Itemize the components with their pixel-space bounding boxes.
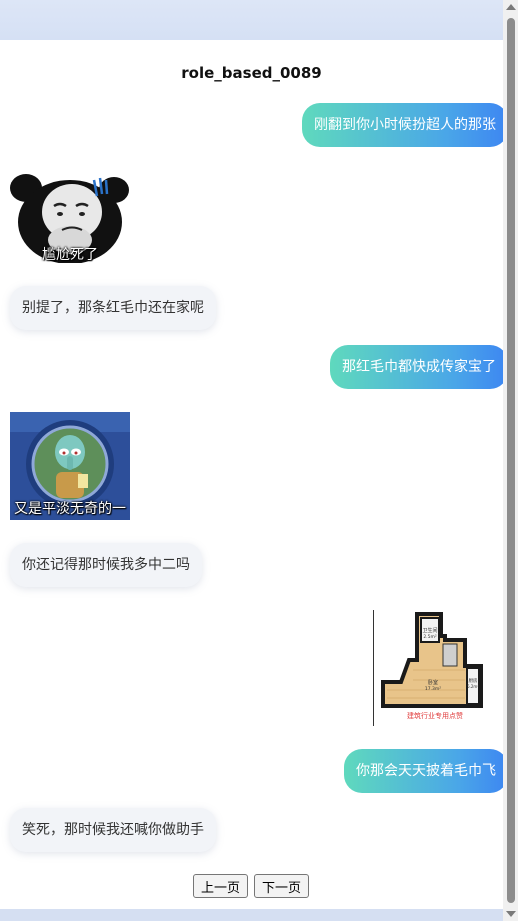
floor-plan-icon: 卫生间 2.5m² 卧室 17.3m² 厨房 5.2m² 建筑行业专用点赞 (373, 610, 493, 726)
message-bubble-incoming: 你还记得那时候我多中二吗 (10, 543, 202, 587)
message-bubble-outgoing: 那红毛巾都快成传家宝了 (330, 345, 508, 389)
image-message: 卫生间 2.5m² 卧室 17.3m² 厨房 5.2m² 建筑行业专用点赞 (373, 610, 493, 726)
scrollbar[interactable] (503, 0, 518, 921)
next-page-button[interactable]: 下一页 (254, 874, 310, 898)
scroll-down-icon[interactable] (506, 911, 516, 917)
room-label: 厨房 (469, 677, 478, 684)
sticker-caption: 尴尬死了 (42, 247, 98, 263)
message-bubble-incoming: 笑死，那时候我还喊你做助手 (10, 808, 216, 852)
scroll-up-icon[interactable] (506, 4, 516, 10)
room-area: 2.5m² (423, 634, 437, 640)
window-top-band (0, 0, 503, 40)
sticker-caption: 又是平淡无奇的一天 (14, 501, 126, 517)
image-watermark: 建筑行业专用点赞 (407, 711, 463, 720)
room-area: 5.2m² (467, 684, 479, 689)
page-title: role_based_0089 (181, 64, 322, 82)
message-bubble-outgoing: 刚翻到你小时候扮超人的那张 (302, 103, 508, 147)
prev-page-button[interactable]: 上一页 (193, 874, 249, 898)
window-bottom-band (0, 909, 503, 921)
message-bubble-outgoing: 你那会天天披着毛巾飞 (344, 749, 508, 793)
message-bubble-incoming: 别提了，那条红毛巾还在家呢 (10, 286, 216, 330)
room-area: 17.3m² (425, 686, 441, 692)
room-label: 卧室 (428, 679, 438, 686)
sticker-message: 尴尬死了 (10, 170, 130, 263)
scroll-thumb[interactable] (507, 18, 515, 903)
room-label: 卫生间 (422, 627, 437, 634)
sticker-message: 又是平淡无奇的一天 (10, 412, 130, 520)
pagination: 上一页 下一页 (193, 874, 310, 898)
